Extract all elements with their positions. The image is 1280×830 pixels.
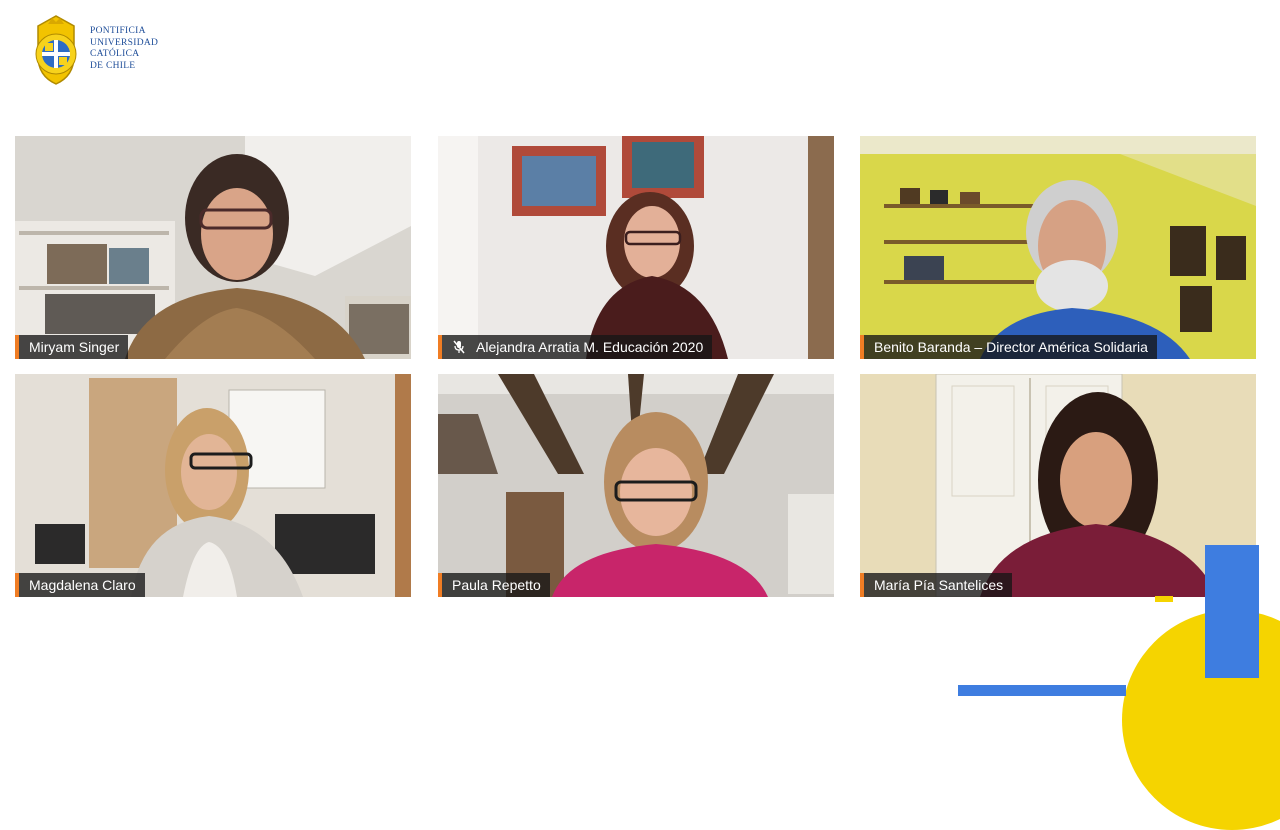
participant-name-label: Magdalena Claro <box>15 573 145 597</box>
university-crest-icon <box>35 15 77 85</box>
institution-line-4: DE CHILE <box>90 60 136 71</box>
participant-name: Magdalena Claro <box>29 577 136 593</box>
video-tile-paula-repetto[interactable]: Paula Repetto <box>438 374 834 597</box>
participant-name: Miryam Singer <box>29 339 120 355</box>
participant-video <box>860 374 1256 597</box>
video-tile-benito-baranda[interactable]: Benito Baranda – Director América Solida… <box>860 136 1256 359</box>
video-tile-alejandra-arratia[interactable]: Alejandra Arratia M. Educación 2020 <box>438 136 834 359</box>
decorative-blue-bar-horizontal <box>958 685 1126 696</box>
mic-muted-icon <box>453 340 465 354</box>
participant-video <box>438 136 834 359</box>
participant-name-label: Benito Baranda – Director América Solida… <box>860 335 1157 359</box>
participant-video <box>860 136 1256 359</box>
decorative-blue-bar-vertical <box>1205 545 1259 678</box>
decorative-yellow-strip <box>1155 596 1173 602</box>
participant-name-label: Paula Repetto <box>438 573 550 597</box>
institution-line-3: CATÓLICA <box>90 49 140 59</box>
participant-name: Alejandra Arratia M. Educación 2020 <box>476 339 704 355</box>
video-tile-maria-pia-santelices[interactable]: María Pía Santelices <box>860 374 1256 597</box>
video-tile-miryam-singer[interactable]: Miryam Singer <box>15 136 411 359</box>
participant-name: Paula Repetto <box>452 577 541 593</box>
participant-name-label: María Pía Santelices <box>860 573 1013 597</box>
participant-name: María Pía Santelices <box>874 577 1004 593</box>
institution-line-1: PONTIFICIA <box>90 26 146 36</box>
participant-video <box>438 374 834 597</box>
institution-line-2: UNIVERSIDAD <box>90 37 159 48</box>
participant-video <box>15 136 411 359</box>
participant-video <box>15 374 411 597</box>
video-tile-magdalena-claro[interactable]: Magdalena Claro <box>15 374 411 597</box>
participant-name-label: Miryam Singer <box>15 335 129 359</box>
participant-name: Benito Baranda – Director América Solida… <box>874 339 1148 355</box>
institution-logo: PONTIFICIA UNIVERSIDAD CATÓLICA DE CHILE <box>28 12 158 86</box>
participant-name-label: Alejandra Arratia M. Educación 2020 <box>438 335 713 359</box>
institution-name: PONTIFICIA UNIVERSIDAD CATÓLICA DE CHILE <box>90 26 158 72</box>
